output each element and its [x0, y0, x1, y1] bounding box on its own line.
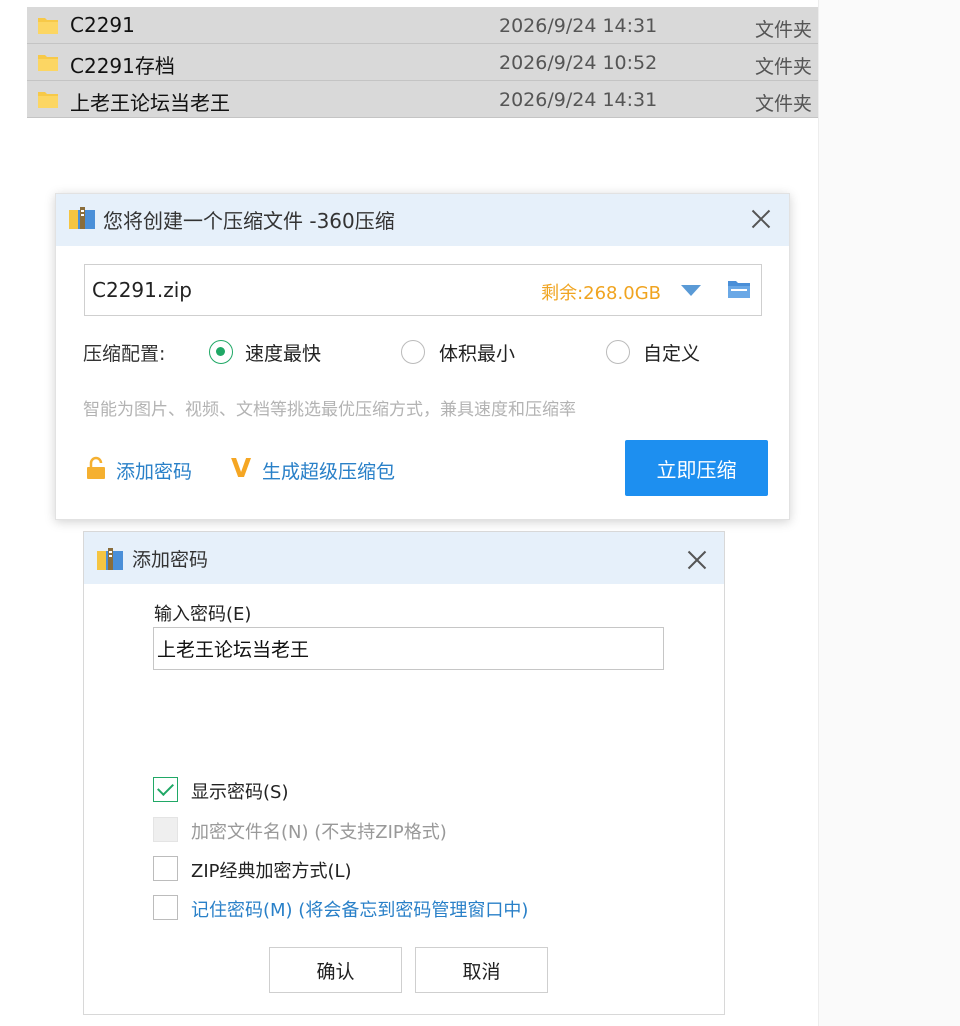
password-dialog: 添加密码 输入密码(E) 显示密码(S) 加密文件名(N) (不支持ZIP格式)… [83, 531, 725, 1015]
file-name: C2291存档 [70, 54, 175, 78]
file-row[interactable]: C2291存档 2026/9/24 10:52 文件夹 [27, 44, 818, 81]
file-type: 文件夹 [755, 93, 813, 115]
archive-app-icon [69, 207, 95, 229]
add-password-label: 添加密码 [116, 461, 193, 483]
file-date: 2026/9/24 14:31 [499, 15, 658, 37]
show-password-label[interactable]: 显示密码(S) [191, 778, 288, 804]
archive-path-input[interactable]: C2291.zip 剩余:268.0GB [84, 264, 762, 316]
file-row[interactable]: C2291 2026/9/24 14:31 文件夹 [27, 7, 818, 44]
radio-fastest[interactable] [209, 340, 233, 364]
password-input-label: 输入密码(E) [154, 604, 252, 625]
encrypt-filename-label: 加密文件名(N) (不支持ZIP格式) [191, 822, 447, 843]
config-hint: 智能为图片、视频、文档等挑选最优压缩方式，兼具速度和压缩率 [83, 400, 576, 420]
file-date: 2026/9/24 10:52 [499, 52, 658, 74]
show-password-checkbox[interactable] [153, 777, 178, 802]
super-package-label: 生成超级压缩包 [262, 461, 396, 483]
radio-custom-label[interactable]: 自定义 [643, 339, 700, 366]
file-date: 2026/9/24 14:31 [499, 89, 658, 111]
remember-password-label[interactable]: 记住密码(M) (将会备忘到密码管理窗口中) [191, 896, 528, 922]
radio-smallest-label[interactable]: 体积最小 [439, 339, 515, 366]
folder-icon [38, 92, 58, 108]
background-panel [818, 0, 960, 1026]
folder-icon [38, 55, 58, 71]
remaining-space: 剩余:268.0GB [541, 283, 661, 304]
file-type: 文件夹 [755, 19, 813, 41]
chevron-down-icon[interactable] [681, 285, 701, 296]
close-icon[interactable] [747, 205, 775, 233]
folder-browse-icon[interactable] [727, 279, 751, 299]
compress-dialog-titlebar[interactable]: 您将创建一个压缩文件 -360压缩 [56, 194, 789, 246]
compress-dialog: 您将创建一个压缩文件 -360压缩 C2291.zip 剩余:268.0GB 压… [55, 193, 790, 520]
archive-filename: C2291.zip [92, 278, 192, 302]
password-dialog-title: 添加密码 [132, 549, 209, 571]
radio-custom[interactable] [606, 340, 630, 364]
file-type: 文件夹 [755, 56, 813, 78]
encrypt-filename-checkbox [153, 817, 178, 842]
archive-app-icon [97, 548, 123, 570]
v-badge-icon: V [231, 454, 252, 484]
radio-fastest-label[interactable]: 速度最快 [245, 339, 321, 366]
zip-classic-checkbox[interactable] [153, 856, 178, 881]
password-dialog-titlebar[interactable]: 添加密码 [84, 532, 724, 584]
zip-classic-label[interactable]: ZIP经典加密方式(L) [191, 857, 352, 883]
radio-smallest[interactable] [401, 340, 425, 364]
cancel-button[interactable]: 取消 [415, 947, 548, 993]
password-input[interactable] [153, 627, 664, 670]
file-list: C2291 2026/9/24 14:31 文件夹 C2291存档 2026/9… [27, 7, 818, 118]
lock-icon [87, 456, 105, 479]
compress-now-button[interactable]: 立即压缩 [625, 440, 768, 496]
compress-dialog-title: 您将创建一个压缩文件 -360压缩 [103, 209, 395, 233]
config-label: 压缩配置: [83, 343, 166, 365]
close-icon[interactable] [683, 546, 711, 574]
file-row[interactable]: 上老王论坛当老王 2026/9/24 14:31 文件夹 [27, 81, 818, 118]
remember-password-checkbox[interactable] [153, 895, 178, 920]
folder-icon [38, 18, 58, 34]
confirm-button[interactable]: 确认 [269, 947, 402, 993]
file-name: C2291 [70, 13, 135, 37]
file-name: 上老王论坛当老王 [70, 91, 230, 115]
